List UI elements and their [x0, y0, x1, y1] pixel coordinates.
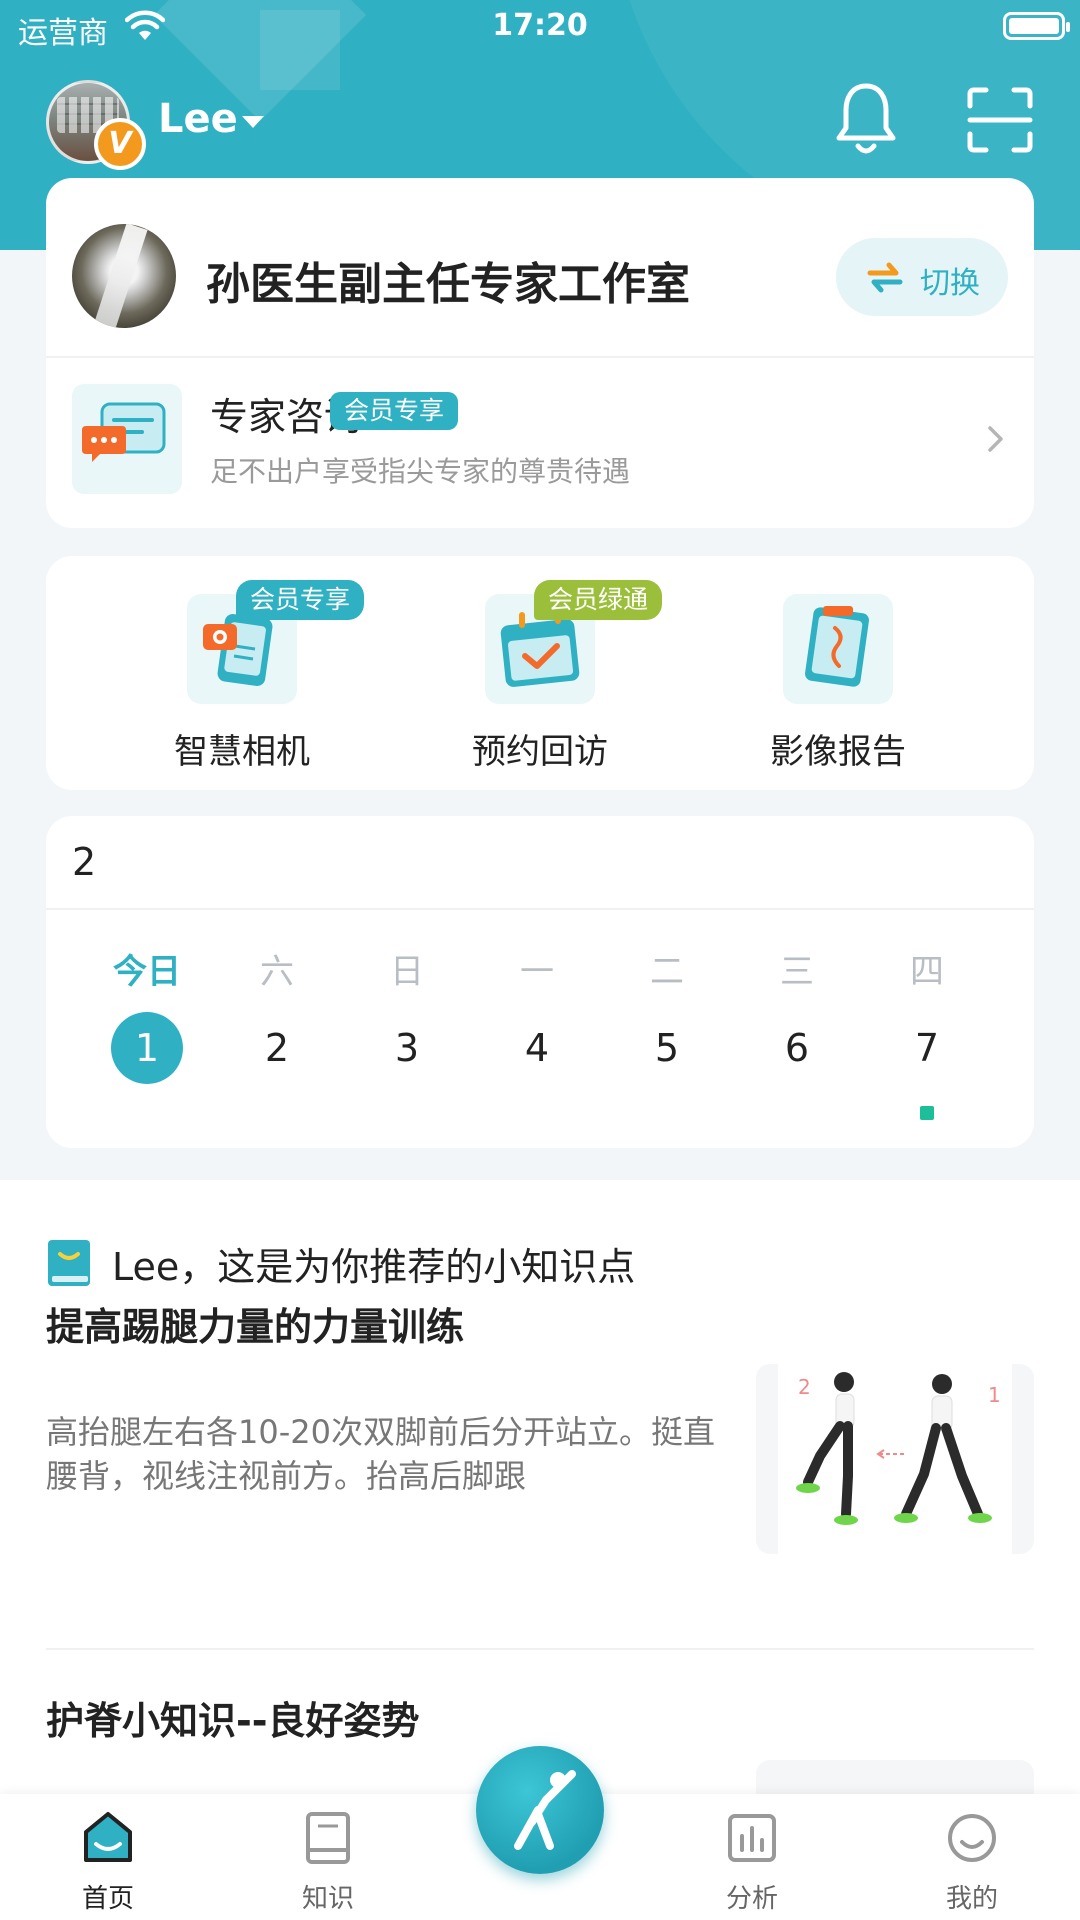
swap-icon	[867, 262, 903, 293]
article-title: 提高踢腿力量的力量训练	[46, 1305, 465, 1349]
member-greenpass-tag: 会员绿通	[534, 580, 663, 620]
date-number: 2	[264, 1026, 290, 1070]
quick-action-label: 智慧相机	[174, 732, 310, 772]
divider	[46, 1648, 1034, 1650]
quick-action-image-report[interactable]: 影像报告	[728, 556, 948, 790]
stretching-person-icon	[514, 1770, 576, 1850]
weekday-label: 今日	[113, 952, 181, 992]
calendar-day[interactable]: 二 5	[602, 816, 732, 1148]
quick-action-appointment[interactable]: 会员绿通 预约回访	[430, 556, 663, 790]
home-icon	[84, 1812, 132, 1862]
thumb-step-number: 2	[798, 1375, 811, 1399]
member-exclusive-tag: 会员专享	[330, 392, 459, 430]
exercise-center-button[interactable]	[476, 1746, 604, 1874]
weekday-label: 一	[520, 952, 554, 992]
calendar-day[interactable]: 一 4	[472, 816, 602, 1148]
thumb-step-number: 1	[988, 1383, 1001, 1407]
event-dot	[920, 1106, 934, 1120]
weekday-label: 日	[390, 952, 424, 992]
quick-action-label: 影像报告	[770, 732, 906, 772]
notification-bell-icon[interactable]	[834, 82, 898, 158]
weekday-label: 四	[910, 952, 944, 992]
quick-action-label: 预约回访	[472, 732, 608, 772]
switch-button[interactable]: 切换	[836, 238, 1008, 316]
date-number: 6	[784, 1026, 810, 1070]
recommendation-title: Lee，这是为你推荐的小知识点	[112, 1245, 636, 1289]
calendar-card: 2 今日 1 六 2 日 3 一 4 二 5 三 6 四 7	[46, 816, 1034, 1148]
studio-title: 孙医生副主任专家工作室	[206, 259, 690, 310]
calendar-day[interactable]: 四 7	[862, 816, 992, 1148]
bar-chart-icon	[728, 1814, 776, 1862]
date-number: 4	[524, 1026, 550, 1070]
battery-icon	[1003, 12, 1070, 40]
status-bar: 运营商 17:20	[0, 0, 1080, 54]
tab-knowledge[interactable]: 知识	[258, 1794, 398, 1920]
date-number: 5	[654, 1026, 680, 1070]
tab-home[interactable]: 首页	[38, 1794, 178, 1920]
vip-badge: V	[94, 118, 146, 170]
caret-down-icon[interactable]	[242, 116, 264, 128]
article-item[interactable]: 提高踢腿力量的力量训练 高抬腿左右各10-20次双脚前后分开站立。挺直腰背，视线…	[46, 1296, 1034, 1616]
calendar-day[interactable]: 三 6	[732, 816, 862, 1148]
divider	[46, 356, 1034, 358]
switch-label: 切换	[920, 266, 980, 301]
smile-profile-icon	[948, 1814, 996, 1862]
calendar-day-today[interactable]: 今日 1	[82, 816, 212, 1148]
article-title: 护脊小知识--良好姿势	[46, 1699, 420, 1743]
tab-label: 我的	[945, 1884, 998, 1914]
article-thumbnail: 2 1	[756, 1364, 1034, 1554]
tab-label: 知识	[301, 1884, 354, 1914]
member-exclusive-tag: 会员专享	[236, 580, 365, 620]
scan-icon[interactable]	[966, 86, 1034, 154]
studio-avatar[interactable]	[72, 224, 176, 328]
studio-card: 孙医生副主任专家工作室 切换 专家咨询 会员专享 足不出户享受指尖专家的尊贵待遇	[46, 178, 1034, 528]
image-report-icon	[783, 594, 893, 704]
weekday-label: 二	[650, 952, 684, 992]
book-icon	[306, 1812, 350, 1864]
weekday-label: 三	[780, 952, 814, 992]
clock-time: 17:20	[492, 8, 588, 43]
date-number: 7	[914, 1026, 940, 1070]
book-icon	[48, 1240, 90, 1286]
tab-label: 分析	[725, 1884, 778, 1914]
date-number: 1	[111, 1012, 183, 1084]
chevron-right-icon[interactable]	[986, 424, 1006, 454]
quick-actions-card: 会员专享 智慧相机 会员绿通 预约回访 影像报告	[46, 556, 1034, 790]
consult-subtitle: 足不出户享受指尖专家的尊贵待遇	[210, 455, 631, 488]
tab-analysis[interactable]: 分析	[682, 1794, 822, 1920]
consult-chat-icon	[72, 384, 182, 494]
date-number: 3	[394, 1026, 420, 1070]
quick-action-smart-camera[interactable]: 会员专享 智慧相机	[132, 556, 365, 790]
article-description: 高抬腿左右各10-20次双脚前后分开站立。挺直腰背，视线注视前方。抬高后脚跟	[46, 1413, 715, 1495]
calendar-day[interactable]: 六 2	[212, 816, 342, 1148]
calendar-day[interactable]: 日 3	[342, 816, 472, 1148]
tab-profile[interactable]: 我的	[902, 1794, 1042, 1920]
username-selector[interactable]: Lee	[158, 96, 238, 142]
tab-label: 首页	[81, 1884, 134, 1914]
weekday-label: 六	[260, 952, 294, 992]
